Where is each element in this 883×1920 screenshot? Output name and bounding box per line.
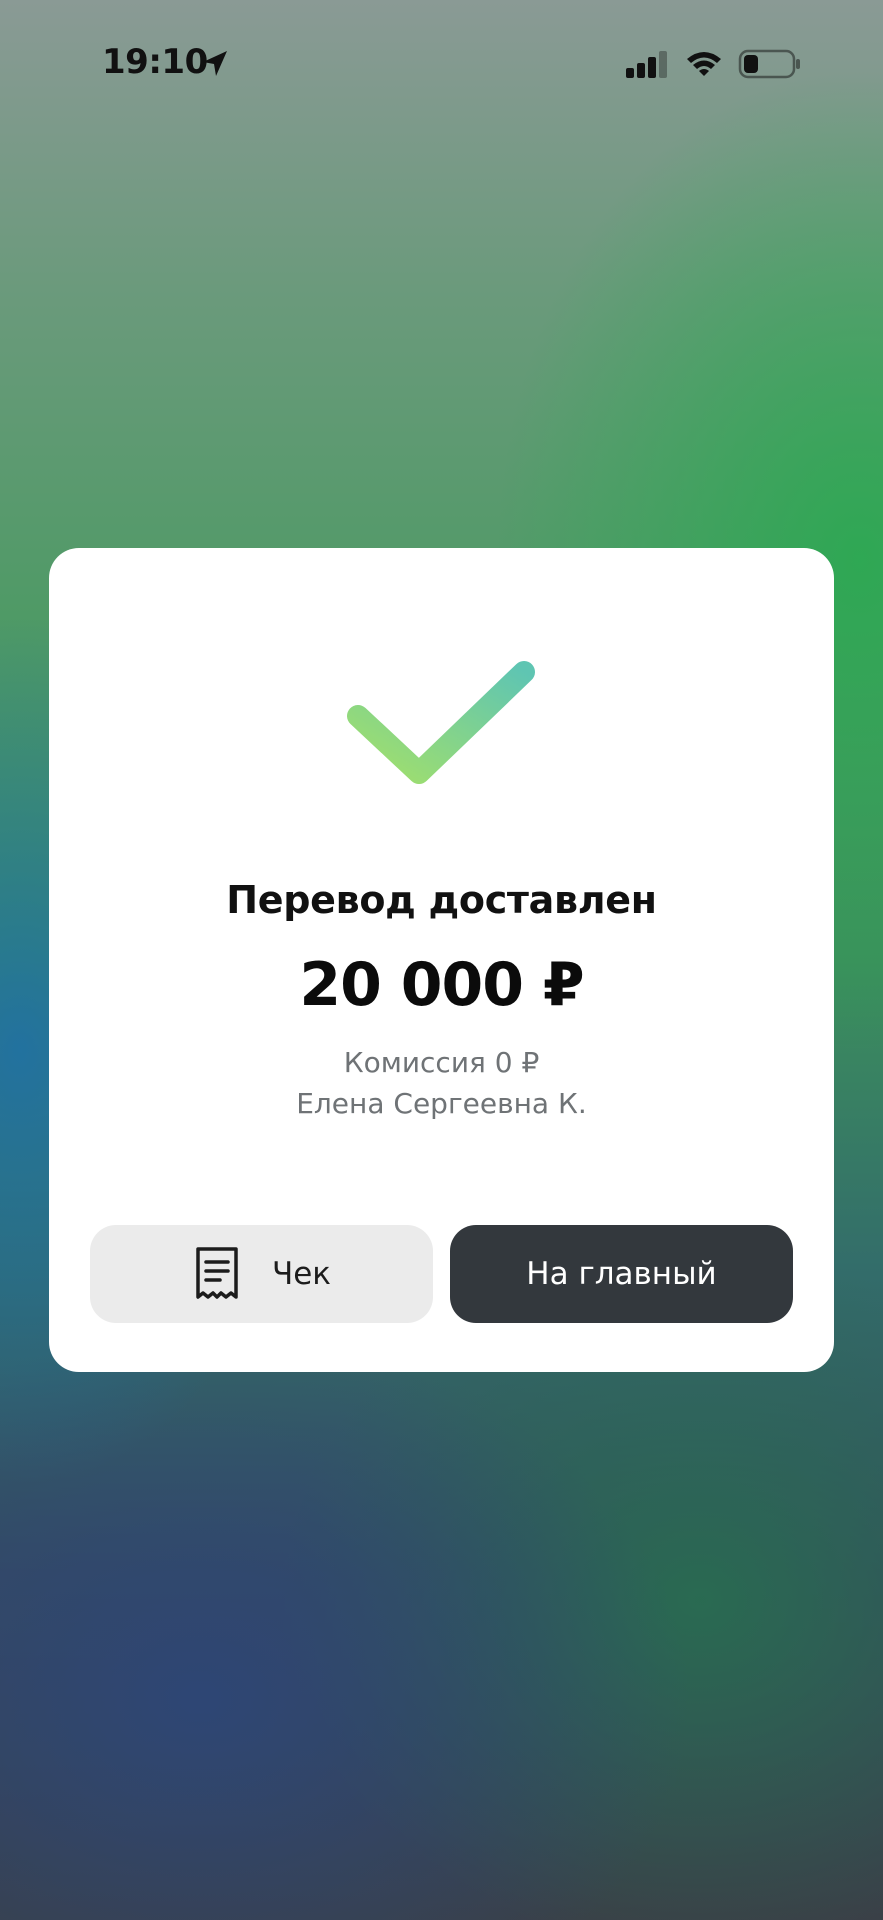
receipt-icon — [196, 1247, 238, 1299]
result-title: Перевод доставлен — [226, 878, 657, 922]
location-arrow-icon — [203, 51, 227, 76]
recipient-name: Елена Сергеевна К. — [296, 1087, 587, 1120]
wifi-icon — [687, 52, 721, 76]
battery-low-icon — [738, 49, 800, 79]
receipt-button-label: Чек — [271, 1256, 332, 1292]
cellular-signal-icon — [626, 51, 667, 78]
commission-text: Комиссия 0 ₽ — [343, 1046, 540, 1079]
status-time: 19:10 — [102, 42, 208, 82]
checkmark-icon — [347, 661, 535, 784]
receipt-button[interactable]: Чек — [90, 1225, 433, 1323]
transfer-amount: 20 000 ₽ — [299, 950, 584, 1020]
status-bar: 19:10 — [0, 0, 883, 130]
home-button[interactable]: На главный — [450, 1225, 793, 1323]
home-button-label: На главный — [526, 1256, 717, 1292]
